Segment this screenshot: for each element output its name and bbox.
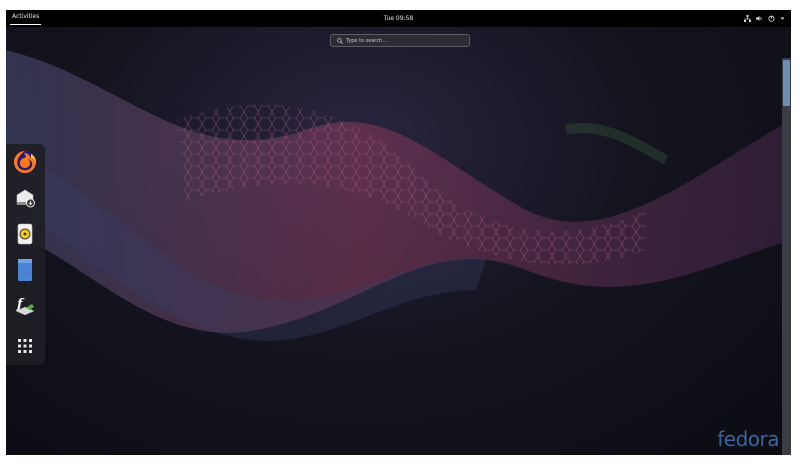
search-icon: [337, 37, 343, 44]
volume-icon[interactable]: [756, 15, 763, 22]
network-icon[interactable]: [744, 15, 751, 22]
dash-item-rhythmbox[interactable]: [12, 221, 38, 247]
fedora-media-writer-icon: f: [15, 297, 35, 316]
dash-item-files[interactable]: [12, 257, 38, 283]
fedora-logo: fedora: [717, 427, 779, 451]
desktop-screen: Activities Tue 09:58 Type to search... f…: [6, 10, 791, 455]
app-grid-icon: [18, 339, 32, 353]
dash-item-media-writer[interactable]: f: [12, 293, 38, 319]
system-tray[interactable]: [744, 10, 785, 27]
power-icon[interactable]: [768, 15, 775, 22]
dash-item-software[interactable]: [12, 185, 38, 211]
workspace-switcher[interactable]: [782, 58, 791, 455]
firefox-icon: [14, 151, 36, 173]
clock[interactable]: Tue 09:58: [384, 10, 413, 27]
wallpaper: [6, 50, 791, 341]
dash: f: [6, 144, 45, 365]
files-icon: [18, 259, 32, 281]
dash-item-firefox[interactable]: [12, 149, 38, 175]
workspace-thumbnail[interactable]: [783, 60, 790, 106]
search-input[interactable]: Type to search...: [330, 34, 470, 47]
music-player-icon: [17, 223, 33, 245]
activities-button[interactable]: Activities: [10, 10, 42, 25]
dropdown-arrow-icon[interactable]: [780, 16, 785, 21]
top-bar: Activities Tue 09:58: [6, 10, 791, 27]
search-placeholder: Type to search...: [346, 37, 388, 44]
software-store-icon: [16, 189, 35, 208]
dash-item-show-applications[interactable]: [12, 333, 38, 359]
